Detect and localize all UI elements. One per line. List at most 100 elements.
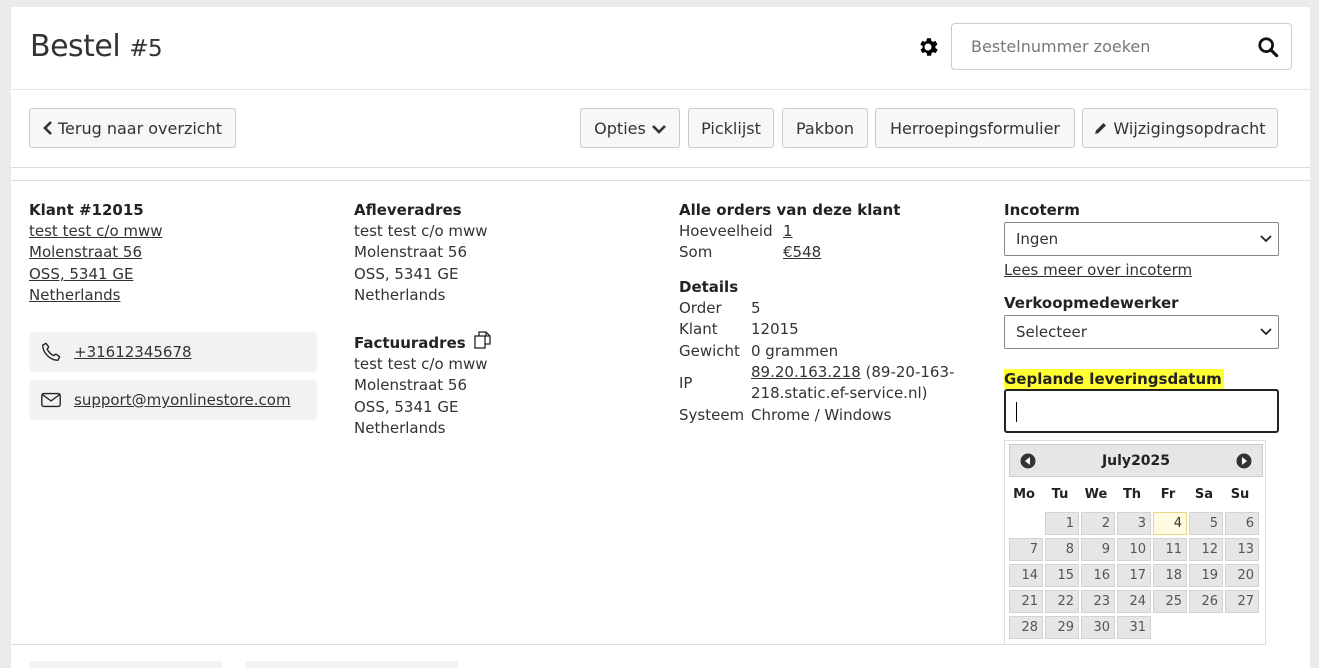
customer-block: Klant #12015 test test c/o mww Molenstra… [29,200,329,307]
prev-month-icon[interactable] [1020,453,1036,469]
packing-slip-button-label: Pakbon [795,118,855,138]
day-cell[interactable]: 2 [1081,512,1115,535]
orders-sum-label: Som [679,243,713,262]
incoterm-select[interactable]: Ingen [1004,222,1279,256]
day-cell[interactable]: 19 [1189,564,1223,587]
day-cell[interactable]: 14 [1009,564,1043,587]
delivery-address-block: Afleveradres test test c/o mww Molenstra… [354,200,654,307]
order-settings: Incoterm Ingen Lees meer over incoterm V… [1004,200,1279,433]
search-icon[interactable] [1257,36,1279,58]
page-title-text: Bestel [30,29,121,64]
day-cell[interactable]: 17 [1117,564,1151,587]
salesperson-selected: Selecteer [1016,323,1087,341]
delivery-country: Netherlands [354,286,446,305]
day-cell[interactable]: 29 [1045,616,1079,639]
day-cell[interactable]: 8 [1045,538,1079,561]
customer-city-link[interactable]: OSS, 5341 GE [29,264,329,285]
email-address[interactable]: support@myonlinestore.com [74,391,291,409]
details-customer-value: 12015 [751,320,799,339]
day-cell[interactable]: 21 [1009,590,1043,613]
order-number: #5 [129,36,163,62]
planned-delivery-label: Geplande leveringsdatum [1004,369,1224,389]
incoterm-selected: Ingen [1016,230,1059,248]
day-cell[interactable]: 31 [1117,616,1151,639]
salesperson-select[interactable]: Selecteer [1004,315,1279,349]
email-contact[interactable]: support@myonlinestore.com [29,380,317,420]
weekday-label: Fr [1160,487,1176,502]
orders-qty-row: Hoeveelheid 1 [679,221,959,242]
next-month-icon[interactable] [1236,453,1252,469]
ip-link[interactable]: 89.20.163.218 [751,363,861,381]
planned-delivery-heading: Geplande leveringsdatum [1004,369,1279,389]
orders-qty-link[interactable]: 1 [783,221,959,242]
orders-sum-link[interactable]: €548 [783,242,959,263]
day-cell[interactable]: 15 [1045,564,1079,587]
withdrawal-form-button[interactable]: Herroepingsformulier [875,108,1075,148]
day-cell[interactable]: 10 [1117,538,1151,561]
day-cell[interactable]: 28 [1009,616,1043,639]
orders-qty-label: Hoeveelheid [679,222,773,240]
footer-tab[interactable] [245,661,458,668]
phone-contact[interactable]: +31612345678 [29,332,317,372]
day-cell[interactable]: 3 [1117,512,1151,535]
datepicker-month: July [1101,452,1132,469]
withdrawal-form-button-label: Herroepingsformulier [889,118,1061,138]
gear-icon[interactable] [916,35,940,59]
customer-name-link[interactable]: test test c/o mww [29,221,329,242]
day-cell[interactable]: 6 [1225,512,1259,535]
day-cell[interactable]: 30 [1081,616,1115,639]
phone-icon [42,342,61,361]
invoice-heading: Factuuradres [354,334,466,352]
day-cell[interactable]: 9 [1081,538,1115,561]
datepicker-days: 1 2 3 4 5 6 7 8 9 10 11 12 13 14 15 16 17 18 19 20 21 22 23 24 2… [1009,512,1259,639]
incoterm-more-link[interactable]: Lees meer over incoterm [1004,260,1279,281]
day-cell[interactable]: 4 [1153,512,1187,535]
day-cell[interactable]: 22 [1045,590,1079,613]
phone-number[interactable]: +31612345678 [74,343,192,361]
day-cell[interactable]: 16 [1081,564,1115,587]
planned-delivery-input[interactable] [1004,389,1279,433]
day-cell[interactable]: 27 [1225,590,1259,613]
details-system-value: Chrome / Windows [751,405,892,424]
options-button[interactable]: Opties [580,108,680,148]
packing-slip-button[interactable]: Pakbon [782,108,868,148]
day-cell[interactable]: 20 [1225,564,1259,587]
details-customer-label: Klant [679,320,718,339]
picklist-button[interactable]: Picklijst [688,108,774,148]
day-cell[interactable]: 13 [1225,538,1259,561]
orders-sum-row: Som €548 [679,242,959,263]
customer-street-link[interactable]: Molenstraat 56 [29,242,329,263]
back-button[interactable]: Terug naar overzicht [29,108,236,148]
details-order-value: 5 [751,298,761,317]
orders-block: Alle orders van deze klant Hoeveelheid 1… [679,200,959,426]
details-system-label: Systeem [679,405,745,424]
day-cell[interactable]: 11 [1153,538,1187,561]
pencil-icon [1095,123,1107,134]
day-cell[interactable]: 1 [1045,512,1079,535]
day-cell[interactable]: 25 [1153,590,1187,613]
day-cell[interactable]: 18 [1153,564,1187,587]
day-cell[interactable]: 7 [1009,538,1043,561]
footer-tab[interactable] [29,661,222,668]
day-cell[interactable]: 5 [1189,512,1223,535]
details-ip-value: 89.20.163.218 (89-20-163-218.static.ef-s… [751,362,959,405]
change-order-button[interactable]: Wijzigingsopdracht [1082,108,1278,148]
day-cell[interactable]: 26 [1189,590,1223,613]
invoice-address-block: Factuuradres test test c/o mww Molenstra… [354,330,654,440]
chevron-down-icon [1260,328,1272,336]
search-input[interactable] [953,25,1243,68]
picklist-button-label: Picklijst [701,118,761,138]
day-cell[interactable]: 23 [1081,590,1115,613]
weekday-label: Tu [1051,487,1069,502]
details-customer-row: Klant 12015 [679,319,959,340]
weekday-label: Mo [1013,487,1035,502]
customer-heading: Klant #12015 [29,201,144,219]
customer-country-link[interactable]: Netherlands [29,285,329,306]
details-ip-label: IP [679,373,693,392]
invoice-country: Netherlands [354,419,446,438]
day-cell[interactable]: 12 [1189,538,1223,561]
copy-icon[interactable] [473,330,493,350]
day-cell[interactable]: 24 [1117,590,1151,613]
details-weight-row: Gewicht 0 grammen [679,341,959,362]
details-ip-row: IP 89.20.163.218 (89-20-163-218.static.e… [679,362,959,405]
